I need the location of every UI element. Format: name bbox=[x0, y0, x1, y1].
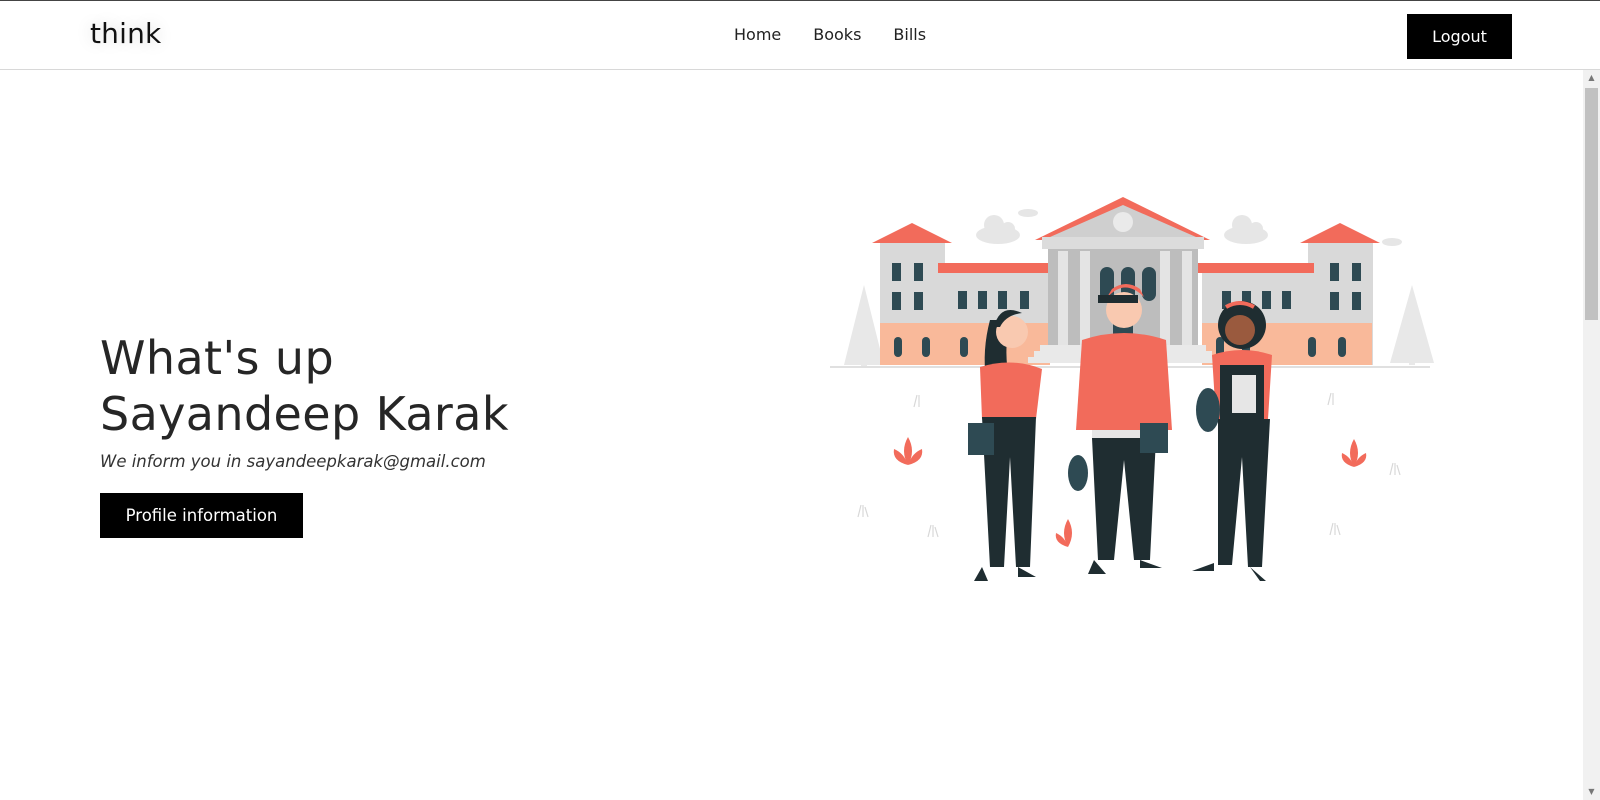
profile-information-button[interactable]: Profile information bbox=[100, 493, 303, 538]
scrollbar-thumb[interactable] bbox=[1585, 88, 1598, 320]
logout-button[interactable]: Logout bbox=[1407, 14, 1512, 59]
brand-logo[interactable]: think bbox=[90, 17, 161, 50]
top-navbar: think Home Books Bills Logout bbox=[0, 0, 1600, 70]
scroll-up-arrow-icon[interactable]: ▲ bbox=[1583, 70, 1600, 86]
vertical-scrollbar[interactable]: ▲ ▼ bbox=[1583, 70, 1600, 800]
hero-illustration bbox=[830, 195, 1450, 605]
nav-link-bills[interactable]: Bills bbox=[893, 25, 926, 44]
nav-link-home[interactable]: Home bbox=[734, 25, 781, 44]
nav-link-books[interactable]: Books bbox=[813, 25, 861, 44]
email-notice: We inform you in sayandeepkarak@gmail.co… bbox=[100, 452, 486, 471]
user-name: Sayandeep Karak bbox=[100, 387, 509, 441]
greeting-line-1: What's up bbox=[100, 331, 335, 385]
greeting-heading: What's up Sayandeep Karak bbox=[100, 330, 720, 442]
hero-section: What's up Sayandeep Karak We inform you … bbox=[100, 330, 720, 538]
university-students-illustration bbox=[830, 197, 1434, 581]
scroll-down-arrow-icon[interactable]: ▼ bbox=[1583, 784, 1600, 800]
main-nav: Home Books Bills bbox=[734, 25, 926, 44]
